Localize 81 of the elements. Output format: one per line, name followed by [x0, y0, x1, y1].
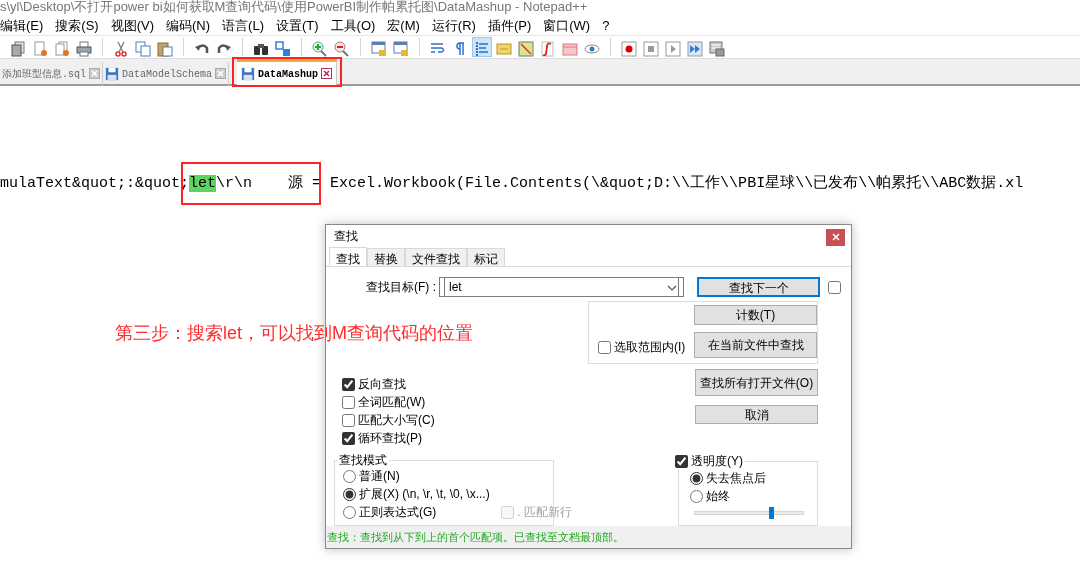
- radio-label: 扩展(X) (\n, \r, \t, \0, \x...): [359, 486, 490, 503]
- radio-button[interactable]: [343, 487, 356, 501]
- menu-item[interactable]: 编辑(E): [0, 16, 44, 35]
- menu-item[interactable]: 搜索(S): [55, 16, 99, 35]
- document-icon[interactable]: [31, 38, 49, 56]
- file-tab[interactable]: DataModelSchema: [103, 62, 230, 86]
- fast-forward-icon[interactable]: [686, 38, 704, 56]
- dialog-title: 查找: [334, 227, 358, 245]
- close-icon[interactable]: [321, 66, 333, 82]
- checkbox-label: 选取范围内(I): [614, 339, 686, 356]
- record-icon[interactable]: [620, 38, 638, 56]
- tab-label: 添加班型信息.sql: [2, 67, 86, 82]
- window-title: s\yl\Desktop\不打开power bi如何获取M查询代码\使用PowerBI制作帕累托图\DataMashup - Notepad++: [0, 0, 589, 16]
- tab-label: DataMashup: [258, 67, 319, 82]
- slider-thumb[interactable]: [768, 507, 774, 519]
- dialog-tab[interactable]: 查找: [329, 247, 367, 267]
- status-message: 查找：查找到从下到上的首个匹配项。已查找至文档最顶部。: [326, 526, 851, 548]
- documents-icon[interactable]: [9, 38, 27, 56]
- radio-button[interactable]: [343, 469, 356, 483]
- indent-guide-icon[interactable]: [473, 38, 491, 56]
- checkbox-label: 循环查找(P): [358, 430, 422, 447]
- radio-label: 正则表达式(G): [359, 504, 437, 521]
- search-field[interactable]: let: [444, 277, 679, 297]
- checkbox-label: 全词匹配(W): [358, 394, 426, 411]
- dialog-tab[interactable]: 替换: [367, 248, 405, 266]
- checkbox-label: 反向查找: [358, 376, 406, 393]
- radio-button[interactable]: [343, 505, 356, 519]
- checkbox-label: 透明度(Y): [691, 454, 743, 468]
- close-button[interactable]: [826, 228, 845, 246]
- copy-icon[interactable]: [134, 38, 152, 56]
- dialog-button[interactable]: 查找所有打开文件(O): [695, 369, 818, 396]
- menu-item[interactable]: 插件(P): [487, 16, 532, 35]
- map-icon[interactable]: [517, 38, 535, 56]
- radio-label: 普通(N): [359, 468, 400, 485]
- checkbox-label: . 匹配新行: [517, 504, 572, 521]
- checkbox[interactable]: [342, 377, 355, 391]
- menu-item[interactable]: 运行(R): [431, 16, 476, 35]
- checkbox-label: 匹配大小写(C): [358, 412, 435, 429]
- checkbox[interactable]: [342, 431, 355, 445]
- printer-icon[interactable]: [75, 38, 93, 56]
- radio-label: 失去焦点后: [706, 470, 766, 487]
- chevron-down-icon: [667, 285, 677, 291]
- annotation-text: 第三步：搜索let，可以找到M查询代码的位置: [115, 322, 473, 345]
- play-icon[interactable]: [664, 38, 682, 56]
- dialog-button[interactable]: 计数(T): [694, 305, 817, 325]
- documents-icon[interactable]: [53, 38, 71, 56]
- table-icon[interactable]: [708, 38, 726, 56]
- radio-label: 始终: [706, 488, 730, 505]
- menu-item[interactable]: 工具(O): [330, 16, 376, 35]
- radio-button[interactable]: [690, 471, 703, 485]
- menu-item[interactable]: 语言(L): [222, 16, 264, 35]
- menu-item[interactable]: 设置(T): [275, 16, 319, 35]
- dialog-button[interactable]: 在当前文件中查找: [694, 332, 817, 358]
- menu-item[interactable]: ?: [602, 16, 610, 35]
- squares-icon[interactable]: [274, 38, 292, 56]
- menu-item[interactable]: 宏(M): [387, 16, 420, 35]
- checkbox[interactable]: [828, 280, 841, 294]
- dialog-tab[interactable]: 标记: [467, 248, 505, 266]
- dialog-tab[interactable]: 文件查找: [405, 248, 467, 266]
- script-icon[interactable]: [539, 38, 557, 56]
- menu-item[interactable]: 视图(V): [110, 16, 155, 35]
- close-icon: [831, 233, 840, 241]
- checkbox[interactable]: [342, 413, 355, 427]
- file-tab[interactable]: DataMashup: [237, 59, 338, 86]
- menu-item[interactable]: 窗口(W): [543, 16, 591, 35]
- checkbox[interactable]: [342, 395, 355, 409]
- field-label: 查找目标(F) :: [366, 279, 437, 296]
- checkbox[interactable]: [598, 340, 611, 354]
- dialog-button[interactable]: 取消: [695, 405, 818, 424]
- zoom-out-icon[interactable]: [333, 38, 351, 56]
- radio-button[interactable]: [690, 489, 703, 503]
- menu-item[interactable]: 编码(N): [166, 16, 211, 35]
- zoom-in-icon[interactable]: [311, 38, 329, 56]
- stop-icon[interactable]: [642, 38, 660, 56]
- dialog-button[interactable]: 查找下一个: [697, 277, 820, 297]
- file-tab[interactable]: 添加班型信息.sql: [0, 62, 103, 86]
- group-title: 查找模式: [338, 453, 388, 467]
- window-lock-icon[interactable]: [370, 38, 388, 56]
- window-lock-icon[interactable]: [392, 38, 410, 56]
- tab-label: DataModelSchema: [122, 67, 213, 82]
- checkbox[interactable]: [675, 454, 688, 468]
